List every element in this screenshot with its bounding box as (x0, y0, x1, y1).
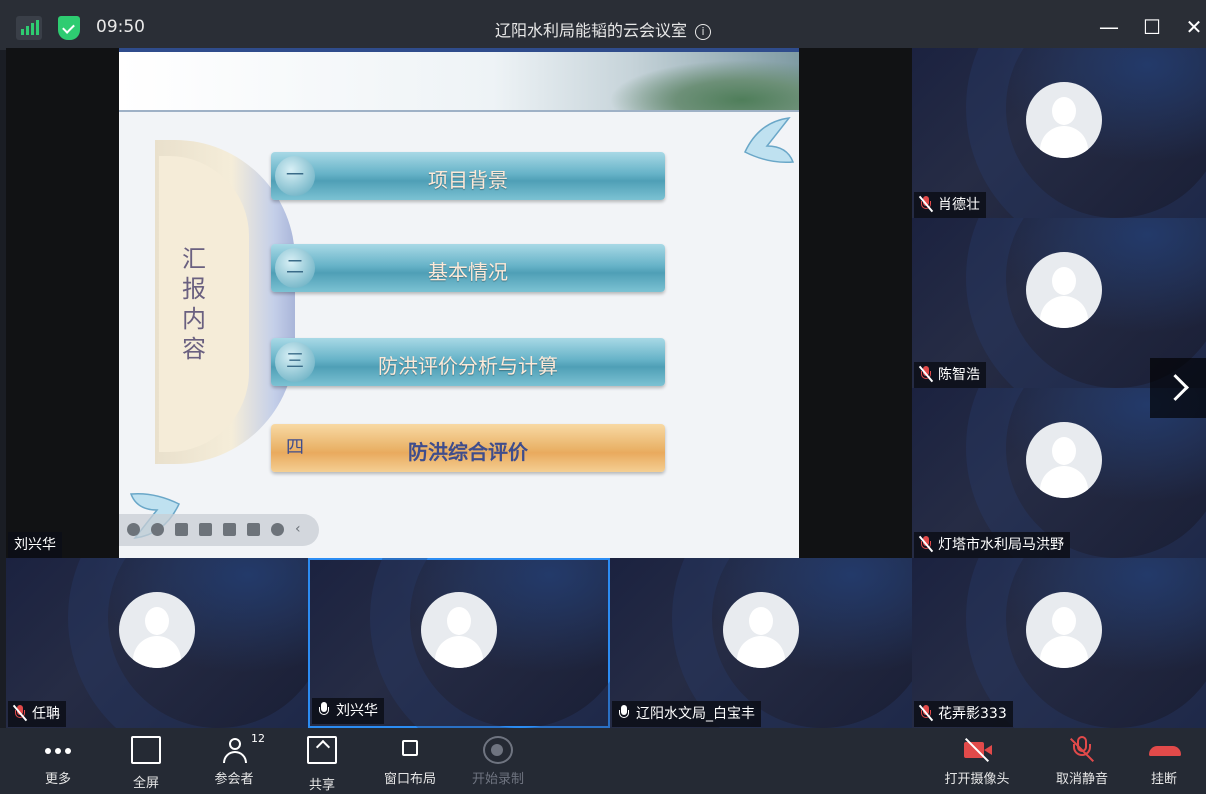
fullscreen-button[interactable]: 全屏 (106, 736, 186, 792)
slide-item-4: 四 防洪综合评价 (271, 424, 665, 472)
mic-muted-icon (1067, 736, 1097, 764)
minimize-button[interactable]: — (1096, 14, 1122, 40)
maximize-button[interactable]: ☐ (1139, 14, 1165, 40)
avatar (1026, 592, 1102, 668)
camera-toggle-button[interactable]: 打开摄像头 (937, 736, 1017, 792)
participant-name-tag: 灯塔市水利局马洪野 (914, 532, 1070, 558)
slideshow-control-bar[interactable]: ‹ (119, 514, 319, 546)
avatar (1026, 82, 1102, 158)
participant-tile-active-speaker[interactable]: 刘兴华 (308, 558, 610, 728)
presentation-slide: 汇报内容 一 项目背景 二 基本情况 三 防洪评价分析与计算 四 防洪综合评价 (119, 48, 799, 558)
slide-side-title: 汇报内容 (182, 245, 206, 363)
info-icon[interactable]: i (695, 24, 711, 40)
fullscreen-icon (131, 736, 161, 764)
hangup-button[interactable]: 挂断 (1124, 736, 1204, 792)
participant-name-tag: 肖德壮 (914, 192, 986, 218)
participant-name-tag: 花弄影333 (914, 701, 1013, 727)
mic-muted-icon (14, 705, 26, 721)
butterfly-decoration-icon (744, 117, 795, 164)
participant-name-tag: 辽阳水文局_白宝丰 (612, 701, 761, 727)
slide-header-banner (119, 48, 799, 110)
prev-slide-icon[interactable] (127, 523, 140, 536)
mic-muted-icon (920, 366, 932, 382)
avatar (1026, 422, 1102, 498)
comment-icon[interactable] (247, 523, 260, 536)
mic-muted-icon (920, 196, 932, 212)
participant-tile[interactable]: 花弄影333 (912, 558, 1206, 728)
participant-tile[interactable]: 任聃 (6, 558, 308, 728)
avatar (119, 592, 195, 668)
participants-button[interactable]: 12 参会者 (194, 732, 274, 792)
participant-tile[interactable]: 辽阳水文局_白宝丰 (610, 558, 912, 728)
participant-name-tag: 刘兴华 (312, 698, 384, 724)
meeting-toolbar: 更多 全屏 12 参会者 共享 窗口布局 开始录制 打开摄像头 取消静音 挂断 (0, 728, 1206, 794)
record-icon (483, 736, 513, 764)
title-bar: 09:50 辽阳水利局能韬的云会议室 i — ☐ ✕ (0, 0, 1206, 50)
meeting-room-title: 辽阳水利局能韬的云会议室 (494, 21, 687, 40)
share-button[interactable]: 共享 (282, 736, 362, 793)
more-dots-icon (43, 736, 73, 764)
unmute-button[interactable]: 取消静音 (1042, 736, 1122, 792)
pen-icon[interactable] (175, 523, 188, 536)
hangup-phone-icon (1149, 736, 1181, 764)
next-page-chevron-icon[interactable] (1150, 358, 1206, 418)
shared-screen-view[interactable]: 汇报内容 一 项目背景 二 基本情况 三 防洪评价分析与计算 四 防洪综合评价 (6, 48, 912, 558)
avatar (421, 592, 497, 668)
zoom-icon[interactable] (199, 523, 212, 536)
window-title: 辽阳水利局能韬的云会议室 i (0, 17, 1206, 41)
mic-muted-icon (920, 536, 932, 552)
window-layout-icon (395, 736, 425, 764)
next-slide-icon[interactable] (151, 523, 164, 536)
mic-muted-icon (920, 705, 932, 721)
slide-item-2: 二 基本情况 (271, 244, 665, 292)
share-screen-icon (307, 736, 337, 764)
collapse-icon[interactable]: ‹ (295, 522, 308, 536)
presenter-name-tag: 刘兴华 (8, 532, 62, 558)
slide-item-1: 一 项目背景 (271, 152, 665, 200)
camera-icon[interactable] (223, 523, 236, 536)
avatar (723, 592, 799, 668)
participant-name-tag: 任聃 (8, 701, 66, 727)
layout-button[interactable]: 窗口布局 (370, 736, 450, 792)
record-button[interactable]: 开始录制 (458, 736, 538, 792)
more-button[interactable]: 更多 (18, 736, 98, 792)
mic-on-icon (618, 705, 630, 721)
more-options-icon[interactable] (271, 523, 284, 536)
participant-name-tag: 陈智浩 (914, 362, 986, 388)
camera-off-icon (962, 736, 992, 764)
participants-icon: 12 (219, 732, 265, 764)
close-button[interactable]: ✕ (1181, 14, 1206, 40)
participant-count-badge: 12 (251, 732, 265, 745)
slide-item-3: 三 防洪评价分析与计算 (271, 338, 665, 386)
avatar (1026, 252, 1102, 328)
mic-on-icon (318, 702, 330, 718)
participant-tile[interactable]: 肖德壮 (912, 48, 1206, 218)
